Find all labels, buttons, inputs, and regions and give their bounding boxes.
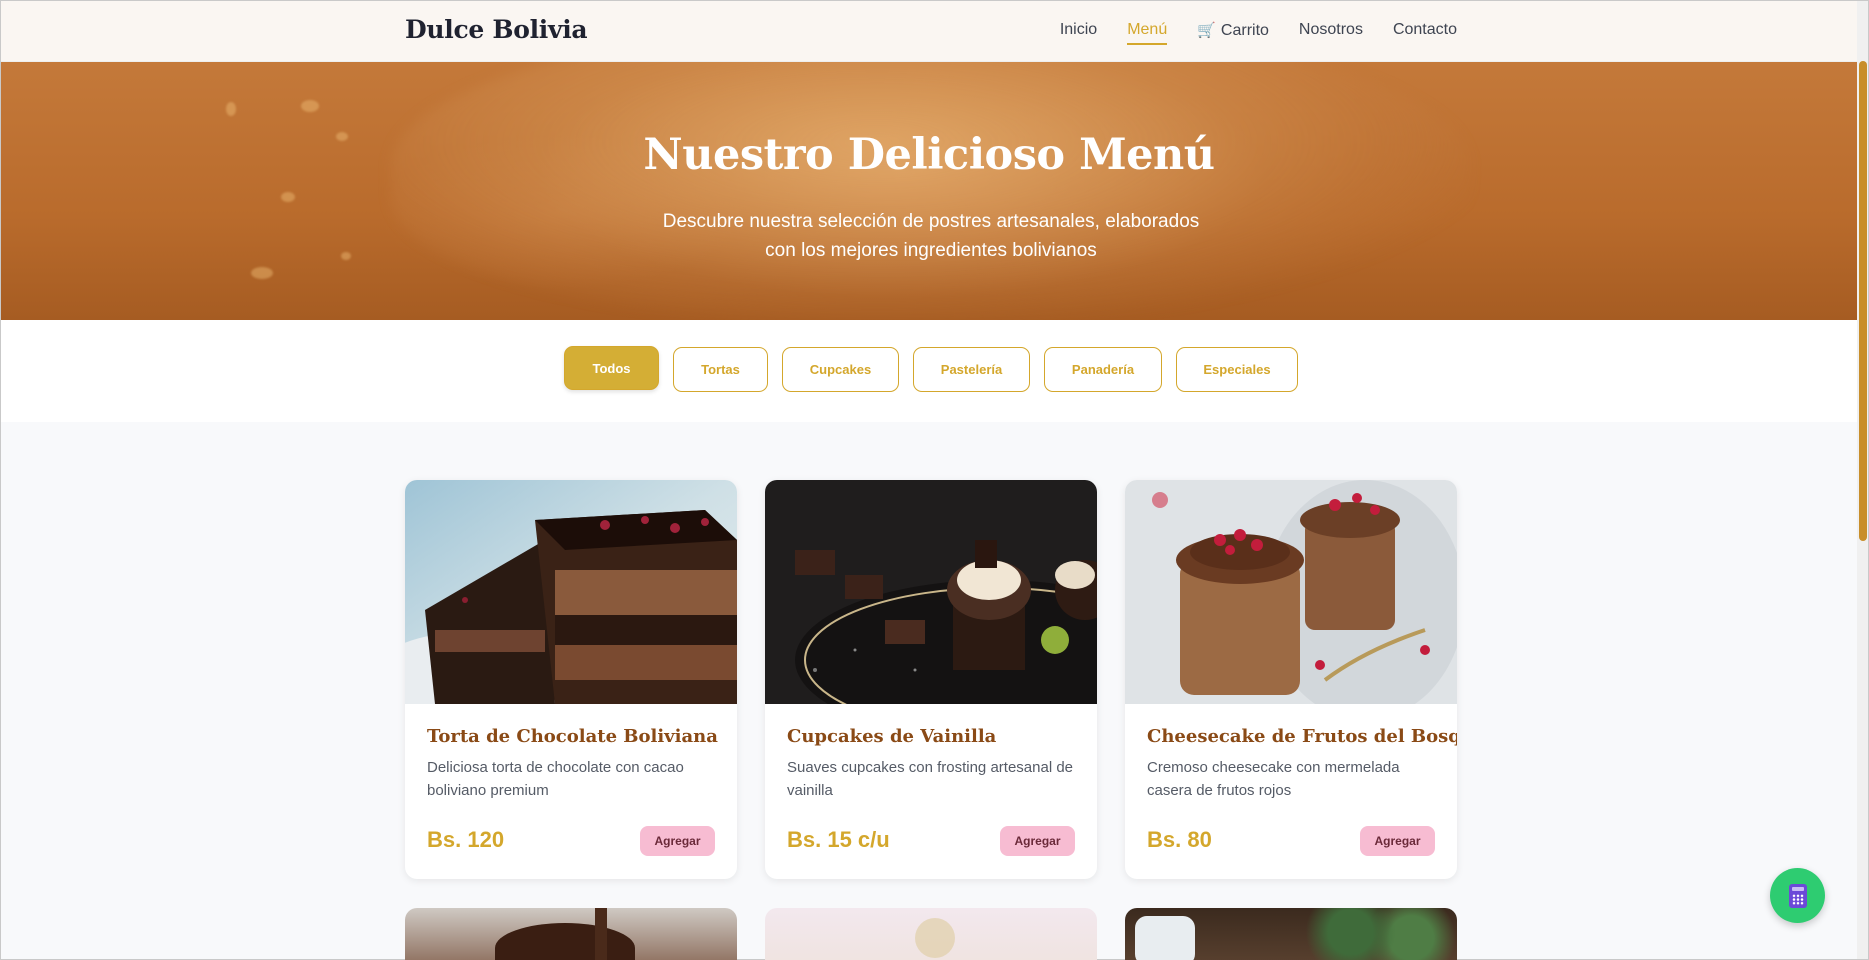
product-description: Suaves cupcakes con frosting artesanal d… (787, 759, 1074, 799)
product-card-partial (1125, 908, 1457, 960)
crumb-decoration (226, 102, 236, 116)
hero-banner: Nuestro Delicioso Menú Descubre nuestra … (1, 62, 1857, 320)
product-price: Bs. 15 c/u (787, 827, 890, 852)
product-card: Cheesecake de Frutos del Bosque Cremoso … (1125, 480, 1457, 879)
filter-pasteleria-button[interactable]: Pastelería (913, 347, 1030, 392)
filter-bar: Todos Tortas Cupcakes Pastelería Panader… (1, 320, 1857, 422)
nav-link-inicio[interactable]: Inicio (1060, 21, 1097, 45)
calculator-icon (1788, 883, 1807, 908)
product-card-partial (765, 908, 1097, 960)
scrollbar-thumb[interactable] (1859, 61, 1867, 541)
product-card: Cupcakes de Vainilla Suaves cupcakes con… (765, 480, 1097, 879)
product-title: Torta de Chocolate Boliviana (427, 726, 718, 747)
product-image-cheesecake (1125, 480, 1457, 704)
filter-cupcakes-button[interactable]: Cupcakes (782, 347, 899, 392)
nav-links: Inicio Menú 🛒 Carrito Nosotros Contacto (1060, 21, 1457, 45)
product-card-partial (405, 908, 737, 960)
product-title: Cupcakes de Vainilla (787, 726, 997, 747)
hero-subtitle: Descubre nuestra selección de postres ar… (662, 211, 1200, 261)
filter-panaderia-button[interactable]: Panadería (1044, 347, 1162, 392)
filter-tortas-button[interactable]: Tortas (673, 347, 768, 392)
nav-link-contacto[interactable]: Contacto (1393, 21, 1457, 45)
filter-todos-button[interactable]: Todos (564, 346, 659, 390)
product-image-partial (1135, 916, 1195, 960)
filter-especiales-button[interactable]: Especiales (1176, 347, 1298, 392)
product-description: Cremoso cheesecake con mermelada casera … (1147, 759, 1400, 799)
crumb-decoration (251, 267, 273, 279)
calculator-fab-button[interactable] (1770, 868, 1825, 923)
product-image-chocolate-cake (405, 480, 737, 704)
crumb-decoration (341, 252, 351, 260)
product-description: Deliciosa torta de chocolate con cacao b… (427, 759, 684, 799)
add-to-cart-button[interactable]: Agregar (640, 826, 715, 856)
nav-link-carrito[interactable]: 🛒 Carrito (1197, 21, 1269, 45)
nav-link-nosotros[interactable]: Nosotros (1299, 21, 1363, 45)
nav-link-menu[interactable]: Menú (1127, 21, 1168, 45)
product-price: Bs. 120 (427, 827, 505, 852)
brand-logo[interactable]: Dulce Bolivia (405, 15, 588, 44)
hero-title: Nuestro Delicioso Menú (643, 130, 1215, 180)
page-scrollbar[interactable] (1857, 1, 1868, 959)
nav-link-carrito-label: Carrito (1220, 22, 1269, 39)
product-title: Cheesecake de Frutos del Bosque (1147, 726, 1457, 747)
product-image-cupcakes (765, 480, 1097, 704)
cart-icon: 🛒 (1197, 22, 1216, 39)
add-to-cart-button[interactable]: Agregar (1360, 826, 1435, 856)
product-image-partial-bar (595, 908, 607, 960)
crumb-decoration (301, 100, 319, 112)
product-image-partial (915, 918, 955, 958)
navbar: Dulce Bolivia Inicio Menú 🛒 Carrito Nosot… (1, 1, 1857, 62)
product-image-partial (495, 923, 635, 960)
product-price: Bs. 80 (1147, 827, 1212, 852)
crumb-decoration (281, 192, 295, 202)
add-to-cart-button[interactable]: Agregar (1000, 826, 1075, 856)
category-filters: Todos Tortas Cupcakes Pastelería Panader… (564, 346, 1298, 392)
hero-bread-image (391, 62, 1471, 320)
product-image-partial-leaves (1305, 908, 1457, 960)
product-card: Torta de Chocolate Boliviana Deliciosa t… (405, 480, 737, 879)
